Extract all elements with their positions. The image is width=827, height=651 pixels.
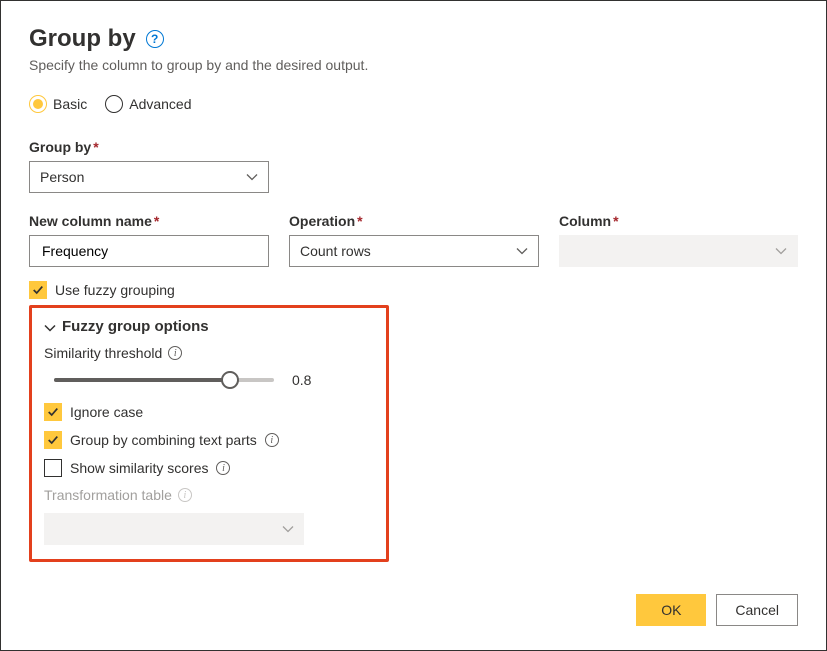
operation-value: Count rows	[300, 243, 371, 259]
use-fuzzy-row[interactable]: Use fuzzy grouping	[29, 281, 798, 299]
combine-parts-label: Group by combining text parts	[70, 432, 257, 448]
mode-advanced-label: Advanced	[129, 96, 191, 112]
transformation-table-select[interactable]	[44, 513, 304, 545]
fuzzy-options-title: Fuzzy group options	[62, 318, 209, 335]
group-by-dialog: Group by ? Specify the column to group b…	[0, 0, 827, 651]
groupby-label: Group by*	[29, 139, 798, 155]
slider-fill	[54, 378, 230, 382]
dialog-footer: OK Cancel	[636, 594, 798, 626]
mode-basic-radio[interactable]: Basic	[29, 95, 87, 113]
ignore-case-row[interactable]: Ignore case	[44, 403, 374, 421]
similarity-label-row: Similarity threshold i	[44, 345, 374, 361]
fuzzy-options-panel: Fuzzy group options Similarity threshold…	[29, 305, 389, 562]
mode-basic-label: Basic	[53, 96, 87, 112]
info-icon[interactable]: i	[216, 461, 230, 475]
transformation-table-label-row: Transformation table i	[44, 487, 374, 503]
mode-advanced-radio[interactable]: Advanced	[105, 95, 191, 113]
use-fuzzy-checkbox[interactable]	[29, 281, 47, 299]
show-scores-label: Show similarity scores	[70, 460, 208, 476]
use-fuzzy-label: Use fuzzy grouping	[55, 282, 175, 298]
dialog-title: Group by	[29, 25, 136, 53]
newcol-input[interactable]	[29, 235, 269, 267]
info-icon[interactable]: i	[265, 433, 279, 447]
chevron-down-icon	[246, 171, 258, 183]
info-icon: i	[178, 488, 192, 502]
chevron-down-icon	[516, 245, 528, 257]
radio-selected-icon	[29, 95, 47, 113]
newcol-label: New column name*	[29, 213, 269, 229]
show-scores-row[interactable]: Show similarity scores i	[44, 459, 374, 477]
fuzzy-options-expander[interactable]: Fuzzy group options	[44, 318, 374, 335]
groupby-select[interactable]: Person	[29, 161, 269, 193]
show-scores-checkbox[interactable]	[44, 459, 62, 477]
operation-label: Operation*	[289, 213, 539, 229]
chevron-down-icon	[775, 245, 787, 257]
column-select	[559, 235, 798, 267]
ok-button[interactable]: OK	[636, 594, 706, 626]
info-icon[interactable]: i	[168, 346, 182, 360]
dialog-subtitle: Specify the column to group by and the d…	[29, 57, 798, 73]
ignore-case-checkbox[interactable]	[44, 403, 62, 421]
cancel-button[interactable]: Cancel	[716, 594, 798, 626]
combine-parts-checkbox[interactable]	[44, 431, 62, 449]
combine-parts-row[interactable]: Group by combining text parts i	[44, 431, 374, 449]
similarity-slider[interactable]	[54, 371, 274, 389]
chevron-down-icon	[44, 321, 56, 333]
column-label: Column*	[559, 213, 798, 229]
newcol-input-field[interactable]	[40, 236, 258, 266]
chevron-down-icon	[282, 523, 294, 535]
similarity-value: 0.8	[292, 372, 311, 388]
transformation-table-label: Transformation table	[44, 487, 172, 503]
radio-unselected-icon	[105, 95, 123, 113]
slider-thumb[interactable]	[221, 371, 239, 389]
ignore-case-label: Ignore case	[70, 404, 143, 420]
help-icon[interactable]: ?	[146, 30, 164, 48]
similarity-label: Similarity threshold	[44, 345, 162, 361]
groupby-value: Person	[40, 169, 84, 185]
operation-select[interactable]: Count rows	[289, 235, 539, 267]
mode-radio-group: Basic Advanced	[29, 95, 798, 113]
